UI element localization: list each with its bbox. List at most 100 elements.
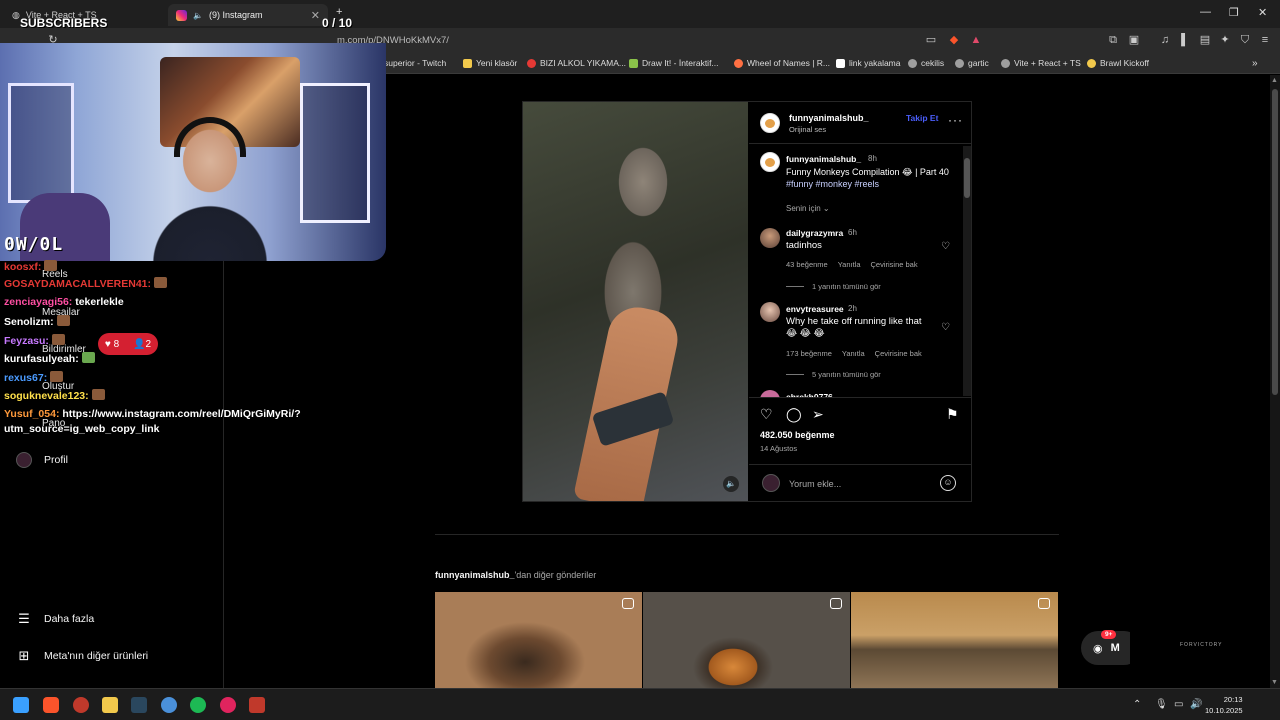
brave-shield-icon[interactable]: ◆ xyxy=(947,33,961,47)
reel-video[interactable]: 🔈 xyxy=(523,102,748,501)
maps-icon[interactable] xyxy=(73,697,89,713)
bookmark-icon[interactable]: ⚑ xyxy=(946,406,959,423)
sidebar-item-more[interactable]: ☰ Daha fazla xyxy=(16,611,94,627)
app-icon[interactable] xyxy=(220,697,236,713)
brave-rewards-icon[interactable]: ▲ xyxy=(969,33,983,47)
bookmark-item[interactable]: Yeni klasör xyxy=(463,58,517,68)
scrollbar-thumb[interactable] xyxy=(1272,89,1278,395)
comment-icon[interactable]: ◯ xyxy=(786,406,802,423)
wallet-icon[interactable]: ▤ xyxy=(1198,33,1212,47)
bookmark-item[interactable]: Draw It! - İnteraktif... xyxy=(629,58,719,68)
speaker-icon[interactable]: 🔈 xyxy=(193,11,203,20)
stream-logo: 0W/0L xyxy=(4,234,64,255)
avatar[interactable] xyxy=(760,302,780,322)
sidebar-item-meta[interactable]: ⊞ Meta'nın diğer ürünleri xyxy=(16,648,149,664)
bookmark-item[interactable]: gartic xyxy=(955,58,989,68)
scroll-down-icon[interactable]: ▼ xyxy=(1271,679,1278,686)
music-icon[interactable]: ♫ xyxy=(1158,33,1172,47)
translate-button[interactable]: Çevirisine bak xyxy=(871,260,918,269)
comment-like-icon[interactable]: ♡ xyxy=(941,322,950,333)
stream-watermark: FORVICTORY xyxy=(1130,621,1280,671)
like-count[interactable]: 482.050 beğenme xyxy=(760,430,835,440)
comment-likes[interactable]: 173 beğenme xyxy=(786,349,832,358)
audio-label[interactable]: Orijinal ses xyxy=(789,125,826,134)
spotify-icon[interactable] xyxy=(190,697,206,713)
minimize-icon[interactable]: — xyxy=(1200,6,1211,18)
subscribers-label: SUBSCRIBERS xyxy=(20,16,108,30)
view-replies[interactable]: 1 yanıtın tümünü gör xyxy=(786,282,881,291)
more-options-icon[interactable]: ··· xyxy=(948,113,963,127)
extensions-icon[interactable]: ⧉ xyxy=(1106,33,1120,47)
bookmark-item[interactable]: Vite + React + TS xyxy=(1001,58,1081,68)
post-username[interactable]: funnyanimalshub_ xyxy=(789,113,869,123)
chat-message: koosxf: xyxy=(4,260,58,273)
bookmark-item[interactable]: cekilis xyxy=(908,58,944,68)
more-bookmarks-icon[interactable]: » xyxy=(1252,58,1258,69)
webcam-overlay xyxy=(0,43,386,261)
reply-button[interactable]: Yanıtla xyxy=(842,349,865,358)
comment-sort-dropdown[interactable]: Senin için ⌄ xyxy=(786,204,830,213)
scroll-up-icon[interactable]: ▲ xyxy=(1271,77,1278,84)
scrollbar-thumb[interactable] xyxy=(964,158,970,198)
follow-button[interactable]: Takip Et xyxy=(906,113,938,123)
bookmark-label: Brawl Kickoff xyxy=(1100,58,1149,68)
vpn-icon[interactable]: ⛉ xyxy=(1238,33,1252,47)
comment-likes[interactable]: 43 beğenme xyxy=(786,260,828,269)
sidebar-toggle-icon[interactable]: ▌ xyxy=(1178,33,1192,47)
leo-icon[interactable]: ✦ xyxy=(1218,33,1232,47)
volume-icon[interactable]: 🔈 xyxy=(723,476,739,492)
caption-tags[interactable]: #funny #monkey #reels xyxy=(786,179,879,189)
caption-username[interactable]: funnyanimalshub_ xyxy=(786,154,861,164)
windows-start-icon[interactable] xyxy=(13,697,29,713)
sidebar-item-profil[interactable]: Profil xyxy=(16,452,68,468)
bookmark-item[interactable]: BIZI ALKOL YIKAMA... xyxy=(527,58,626,68)
menu-icon[interactable]: ≡ xyxy=(1258,33,1272,47)
more-post-thumbnail[interactable] xyxy=(851,592,1058,688)
comments-scrollbar[interactable] xyxy=(963,146,971,396)
bookmark-label: Draw It! - İnteraktif... xyxy=(642,58,719,68)
view-replies[interactable]: 5 yanıtın tümünü gör xyxy=(786,370,881,379)
voicemeeter-icon[interactable] xyxy=(249,697,265,713)
comment-username[interactable]: dailygrazymra xyxy=(786,228,843,238)
section-divider xyxy=(435,534,1059,535)
more-post-thumbnail[interactable] xyxy=(643,592,850,688)
microphone-icon[interactable]: 🎙 xyxy=(1155,699,1168,710)
comment-input[interactable]: Yorum ekle... xyxy=(789,479,841,489)
comments-list: funnyanimalshub_ 8h Funny Monkeys Compil… xyxy=(749,144,972,397)
cast-icon[interactable]: ▭ xyxy=(924,33,938,47)
taskbar-clock[interactable]: 20:13 10.10.2025 xyxy=(1205,694,1243,716)
restore-icon[interactable]: ❐ xyxy=(1229,6,1239,19)
like-icon[interactable]: ♡ xyxy=(760,406,773,423)
reply-button[interactable]: Yanıtla xyxy=(838,260,861,269)
comment-username[interactable]: envytreasuree xyxy=(786,304,844,314)
tray-chevron-icon[interactable]: ⌃ xyxy=(1133,699,1141,710)
avatar[interactable] xyxy=(760,113,780,133)
bookmark-item[interactable]: link yakalama xyxy=(836,58,901,68)
steam-icon[interactable] xyxy=(131,697,147,713)
share-icon[interactable]: ➢ xyxy=(812,406,824,423)
avatar[interactable] xyxy=(760,228,780,248)
screenshot-icon[interactable]: ▣ xyxy=(1127,33,1141,47)
bookmark-item[interactable]: Brawl Kickoff xyxy=(1087,58,1149,68)
more-post-thumbnail[interactable] xyxy=(435,592,642,688)
emote-icon xyxy=(44,260,58,271)
network-icon[interactable]: ▭ xyxy=(1174,699,1183,710)
avatar[interactable] xyxy=(760,152,780,172)
page-scrollbar[interactable]: ▲ ▼ xyxy=(1270,75,1280,688)
tab-instagram[interactable]: 🔈 (9) Instagram ✕ xyxy=(168,4,328,26)
close-tab-icon[interactable]: ✕ xyxy=(311,9,320,22)
file-explorer-icon[interactable] xyxy=(102,697,118,713)
app-icon[interactable] xyxy=(161,697,177,713)
bookmark-item[interactable]: Wheel of Names | R... xyxy=(734,58,830,68)
bookmark-item[interactable]: superior - Twitch xyxy=(384,58,446,68)
translate-button[interactable]: Çevirisine bak xyxy=(875,349,922,358)
emoji-icon[interactable]: ☺ xyxy=(940,475,956,491)
more-posts-user[interactable]: funnyanimalshub_ xyxy=(435,570,515,580)
chat-user: GOSAYDAMACALLVEREN41: xyxy=(4,278,152,290)
volume-icon[interactable]: 🔊 xyxy=(1190,699,1202,710)
close-window-icon[interactable]: ✕ xyxy=(1258,6,1267,19)
avatar[interactable] xyxy=(760,390,780,397)
comment-like-icon[interactable]: ♡ xyxy=(941,241,950,252)
brave-browser-icon[interactable] xyxy=(43,697,59,713)
notification-alert[interactable]: ♥ 8 👤2 xyxy=(98,333,158,355)
